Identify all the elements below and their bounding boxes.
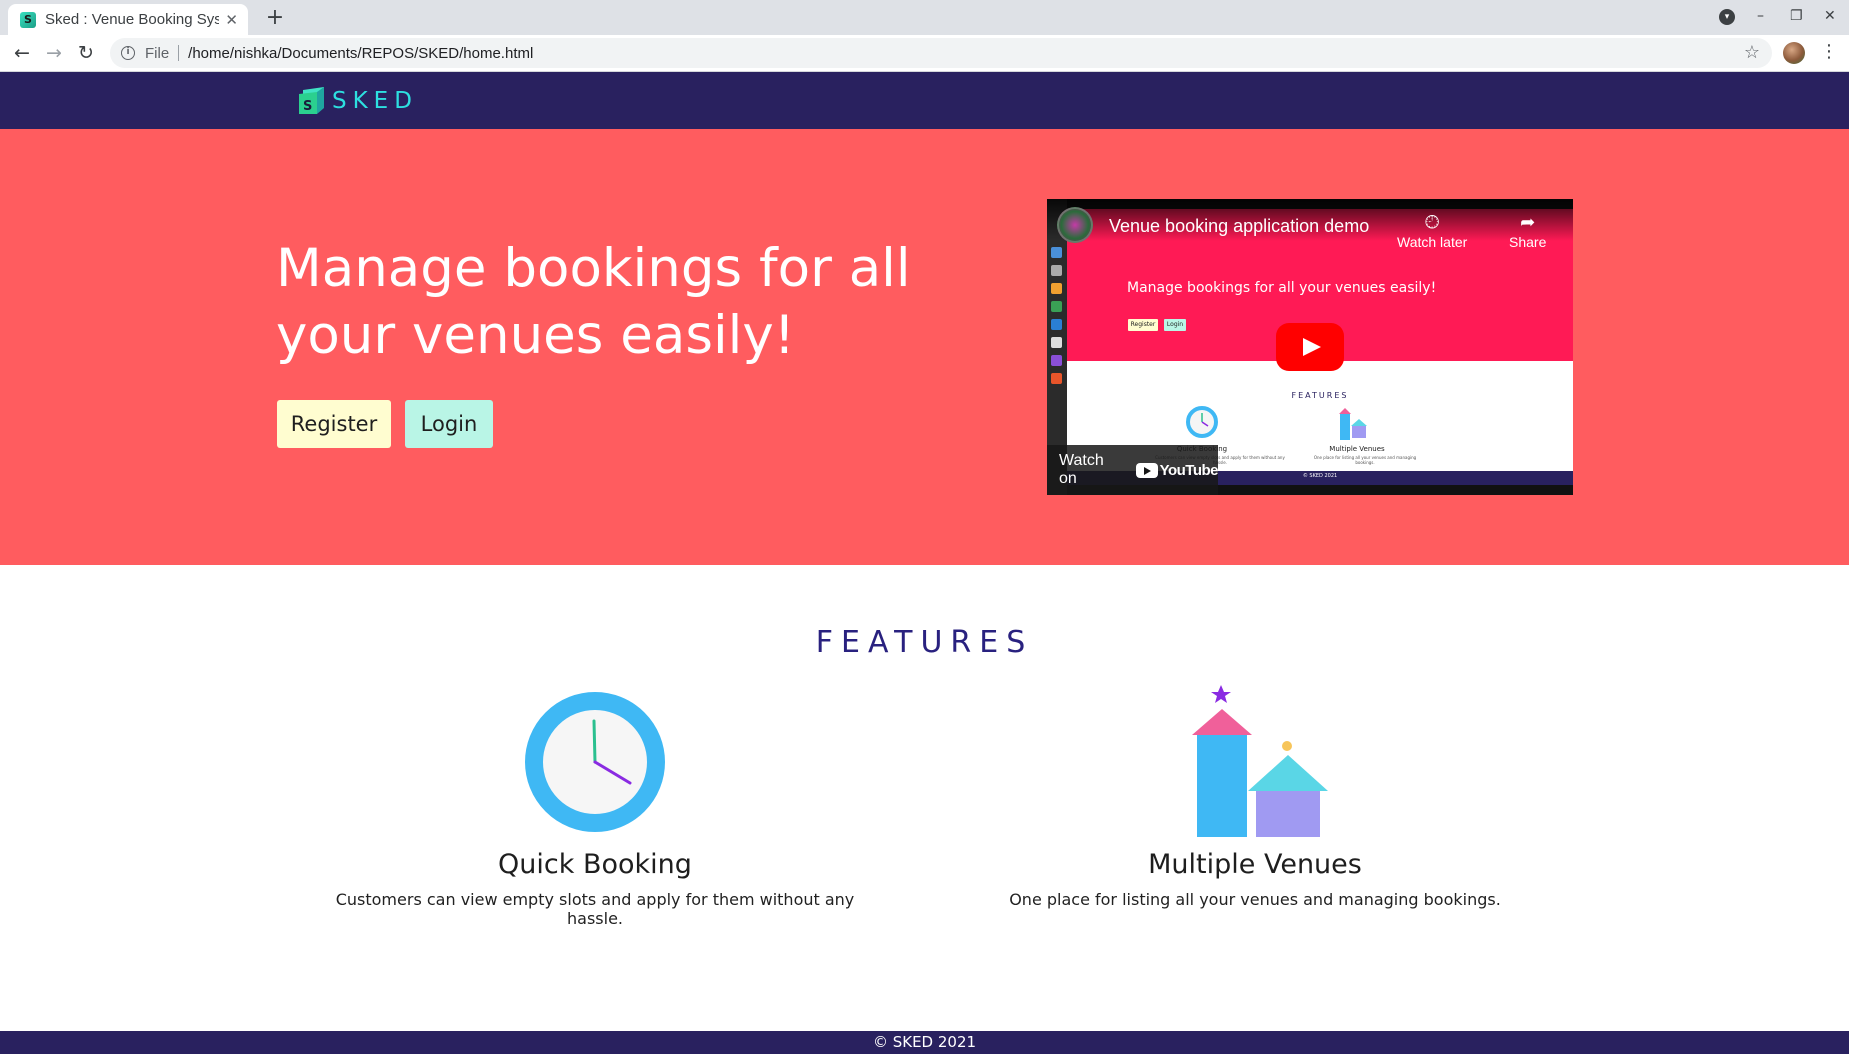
profile-avatar[interactable] (1783, 42, 1805, 64)
close-tab-icon[interactable]: ✕ (225, 11, 238, 29)
browser-tabstrip: S Sked : Venue Booking System ✕ + ▾ – ❐ … (0, 0, 1849, 35)
site-navbar: S SKED (0, 72, 1849, 129)
back-arrow-icon[interactable]: ← (10, 41, 34, 65)
video-inner-headline: Manage bookings for all your venues easi… (1127, 280, 1437, 296)
buildings-icon (1192, 685, 1328, 837)
info-icon[interactable]: i (121, 46, 135, 60)
address-separator (178, 45, 180, 61)
forward-arrow-icon[interactable]: → (42, 41, 66, 65)
share-button[interactable]: ➦ Share (1509, 212, 1546, 250)
clock-icon (525, 692, 665, 832)
sked-favicon-icon: S (20, 11, 36, 28)
copyright-text: © SKED 2021 (872, 1033, 977, 1051)
feature-title: Multiple Venues (1148, 849, 1362, 880)
hero-headline: Manage bookings for all your venues easi… (276, 238, 911, 366)
login-button[interactable]: Login (405, 400, 493, 448)
video-inner-feature-2-desc: One place for listing all your venues an… (1313, 455, 1417, 465)
share-arrow-icon: ➦ (1520, 212, 1536, 232)
features-heading: FEATURES (815, 625, 1034, 660)
play-button-icon[interactable] (1276, 323, 1344, 371)
site-logo[interactable]: S SKED (297, 86, 418, 115)
new-tab-icon[interactable]: + (262, 5, 288, 31)
feature-quick-booking: Quick Booking Customers can view empty s… (315, 685, 875, 928)
feature-description: One place for listing all your venues an… (1009, 890, 1501, 909)
youtube-play-icon (1135, 462, 1158, 478)
watch-on-label: Watch on (1059, 452, 1104, 487)
reload-icon[interactable]: ↻ (74, 41, 98, 65)
video-clock-icon (1186, 406, 1218, 438)
tab-search-icon[interactable]: ▾ (1719, 9, 1735, 25)
site-footer: © SKED 2021 (0, 1031, 1849, 1054)
video-inner-features: FEATURES (1291, 391, 1349, 400)
minimize-icon[interactable]: – (1757, 8, 1764, 24)
video-buildings-icon (1339, 408, 1367, 440)
close-window-icon[interactable]: ✕ (1824, 8, 1836, 24)
tab-title: Sked : Venue Booking System (45, 11, 220, 28)
video-inner-feature-2: Multiple Venues (1329, 445, 1385, 453)
register-button[interactable]: Register (277, 400, 391, 448)
video-topbar: Venue booking application demo 🕘︎ Watch … (1047, 199, 1573, 250)
star-icon (1211, 685, 1231, 703)
youtube-logo: YouTube (1135, 461, 1219, 479)
youtube-video-embed[interactable]: © SKED 2021 Manage bookings for all your… (1047, 199, 1573, 495)
browser-toolbar: ← → ↻ i File /home/nishka/Documents/REPO… (0, 35, 1849, 72)
feature-title: Quick Booking (498, 849, 692, 880)
feature-description: Customers can view empty slots and apply… (335, 890, 855, 928)
address-bar[interactable]: i File /home/nishka/Documents/REPOS/SKED… (110, 38, 1772, 68)
youtube-wordmark: YouTube (1159, 461, 1219, 479)
feature-multiple-venues: Multiple Venues One place for listing al… (975, 685, 1535, 909)
video-inner-register: Register (1128, 319, 1158, 331)
scheme-label: File (145, 44, 170, 62)
video-inner-login: Login (1164, 319, 1186, 331)
hero-section: Manage bookings for all your venues easi… (0, 129, 1849, 565)
watch-later-button[interactable]: 🕘︎ Watch later (1397, 212, 1467, 250)
browser-tab[interactable]: S Sked : Venue Booking System ✕ (8, 4, 248, 35)
channel-avatar[interactable] (1057, 207, 1093, 243)
share-label: Share (1509, 234, 1547, 250)
svg-text:S: S (303, 99, 312, 114)
brand-name: SKED (332, 87, 418, 114)
clock-small-icon: 🕘︎ (1425, 212, 1440, 232)
restore-icon[interactable]: ❐ (1790, 8, 1803, 24)
watch-later-label: Watch later (1397, 234, 1468, 250)
watch-on-youtube-button[interactable]: Watch on YouTube (1047, 445, 1219, 495)
logo-cube-icon: S (297, 86, 326, 115)
browser-menu-icon[interactable]: ⋮ (1820, 41, 1838, 62)
bookmark-star-icon[interactable]: ☆ (1744, 42, 1760, 63)
url-text[interactable]: /home/nishka/Documents/REPOS/SKED/home.h… (188, 45, 533, 62)
video-title[interactable]: Venue booking application demo (1109, 216, 1369, 237)
